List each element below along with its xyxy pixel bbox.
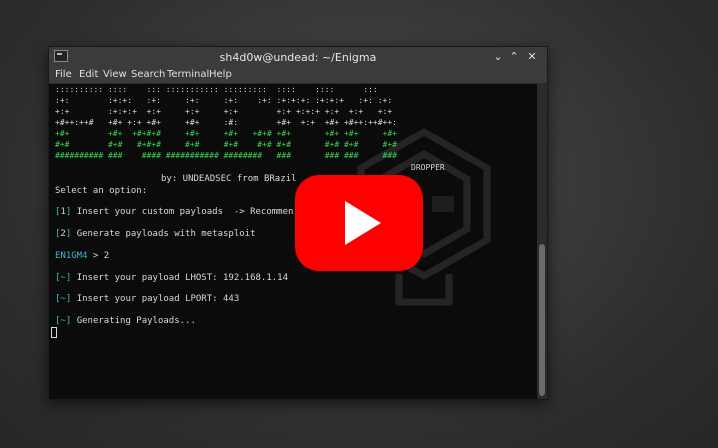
info-line: [~] Insert your payload LPORT: 443 — [55, 294, 240, 304]
title-bar[interactable]: sh4d0w@undead: ~/Enigma ⌄ ⌃ ✕ — [49, 47, 547, 67]
option-text: Generate payloads with metasploit — [76, 229, 256, 239]
minimize-button[interactable]: ⌄ — [491, 50, 505, 64]
banner-line: ########## ### #### ########### ########… — [55, 151, 397, 160]
prompt-label: EN1GM4 — [55, 251, 88, 261]
select-prompt: Select an option: — [55, 186, 148, 196]
scrollbar-thumb[interactable] — [539, 244, 545, 396]
text-cursor — [51, 327, 57, 338]
menu-view[interactable]: View — [103, 69, 127, 80]
close-button[interactable]: ✕ — [525, 50, 539, 64]
menu-file[interactable]: File — [55, 69, 72, 80]
menu-edit[interactable]: Edit — [79, 69, 98, 80]
credit-line: by: UNDEADSEC from BRazil — [161, 174, 297, 184]
dropper-label: DROPPER — [411, 163, 445, 172]
menu-help[interactable]: Help — [209, 69, 232, 80]
prompt-input: > 2 — [87, 251, 110, 261]
menu-terminal[interactable]: Terminal — [167, 69, 209, 80]
option-text: Insert your custom payloads -> Recommen — [76, 207, 294, 217]
banner-line: #+# #+# #+#+# #+# #+# #+# #+# #+# #+# #+… — [55, 140, 397, 149]
banner-line: +:+ :+:+:+ +:+ +:+ +:+ +:+ +:+:+ +:+ +:+… — [55, 107, 393, 116]
terminal-output[interactable]: :::::::::: :::: ::: ::::::::::: ::::::::… — [49, 84, 537, 399]
command-prompt: EN1GM4 > 2 — [55, 251, 109, 261]
window-title: sh4d0w@undead: ~/Enigma — [219, 51, 377, 64]
info-line: [~] Generating Payloads... — [55, 316, 196, 326]
maximize-button[interactable]: ⌃ — [507, 50, 521, 64]
banner-line: :::::::::: :::: ::: ::::::::::: ::::::::… — [55, 85, 378, 94]
scrollbar[interactable] — [537, 84, 547, 399]
menu-search[interactable]: Search — [131, 69, 165, 80]
play-button-icon[interactable] — [295, 175, 423, 271]
banner-line: :+: :+:+: :+: :+: :+: :+: :+:+:+: :+:+:+… — [55, 96, 393, 105]
banner-line: +#+ +#+ +#+#+# +#+ +#+ +#+# +#+ +#+ +#+ … — [55, 129, 397, 138]
option-line: [1] Insert your custom payloads -> Recom… — [55, 207, 294, 217]
banner-line: +#++:++# +#+ +:+ +#+ +#+ :#: +#+ +:+ +#+… — [55, 118, 397, 127]
menu-bar: File Edit View Search Terminal Help — [49, 67, 547, 84]
option-line: [2] Generate payloads with metasploit — [55, 229, 256, 239]
info-line: [~] Insert your payload LHOST: 192.168.1… — [55, 273, 289, 283]
